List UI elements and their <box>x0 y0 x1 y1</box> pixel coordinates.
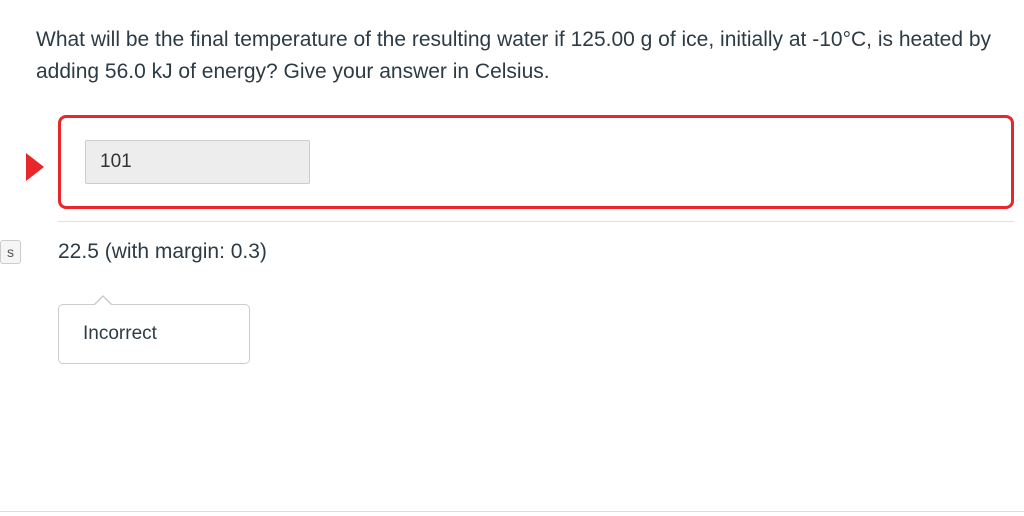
tooltip-arrow-icon <box>93 295 113 305</box>
answer-input[interactable]: 101 <box>85 140 310 184</box>
correct-answer-text: 22.5 (with margin: 0.3) <box>58 240 1014 264</box>
incorrect-pointer-icon <box>26 153 44 181</box>
feedback-tooltip: Incorrect <box>58 304 250 364</box>
feedback-text: Incorrect <box>83 323 157 344</box>
question-text: What will be the final temperature of th… <box>30 24 1014 87</box>
user-answer-box: 101 <box>58 115 1014 209</box>
answer-badge: s <box>0 240 21 264</box>
divider <box>58 221 1014 222</box>
bottom-divider <box>0 511 1024 512</box>
